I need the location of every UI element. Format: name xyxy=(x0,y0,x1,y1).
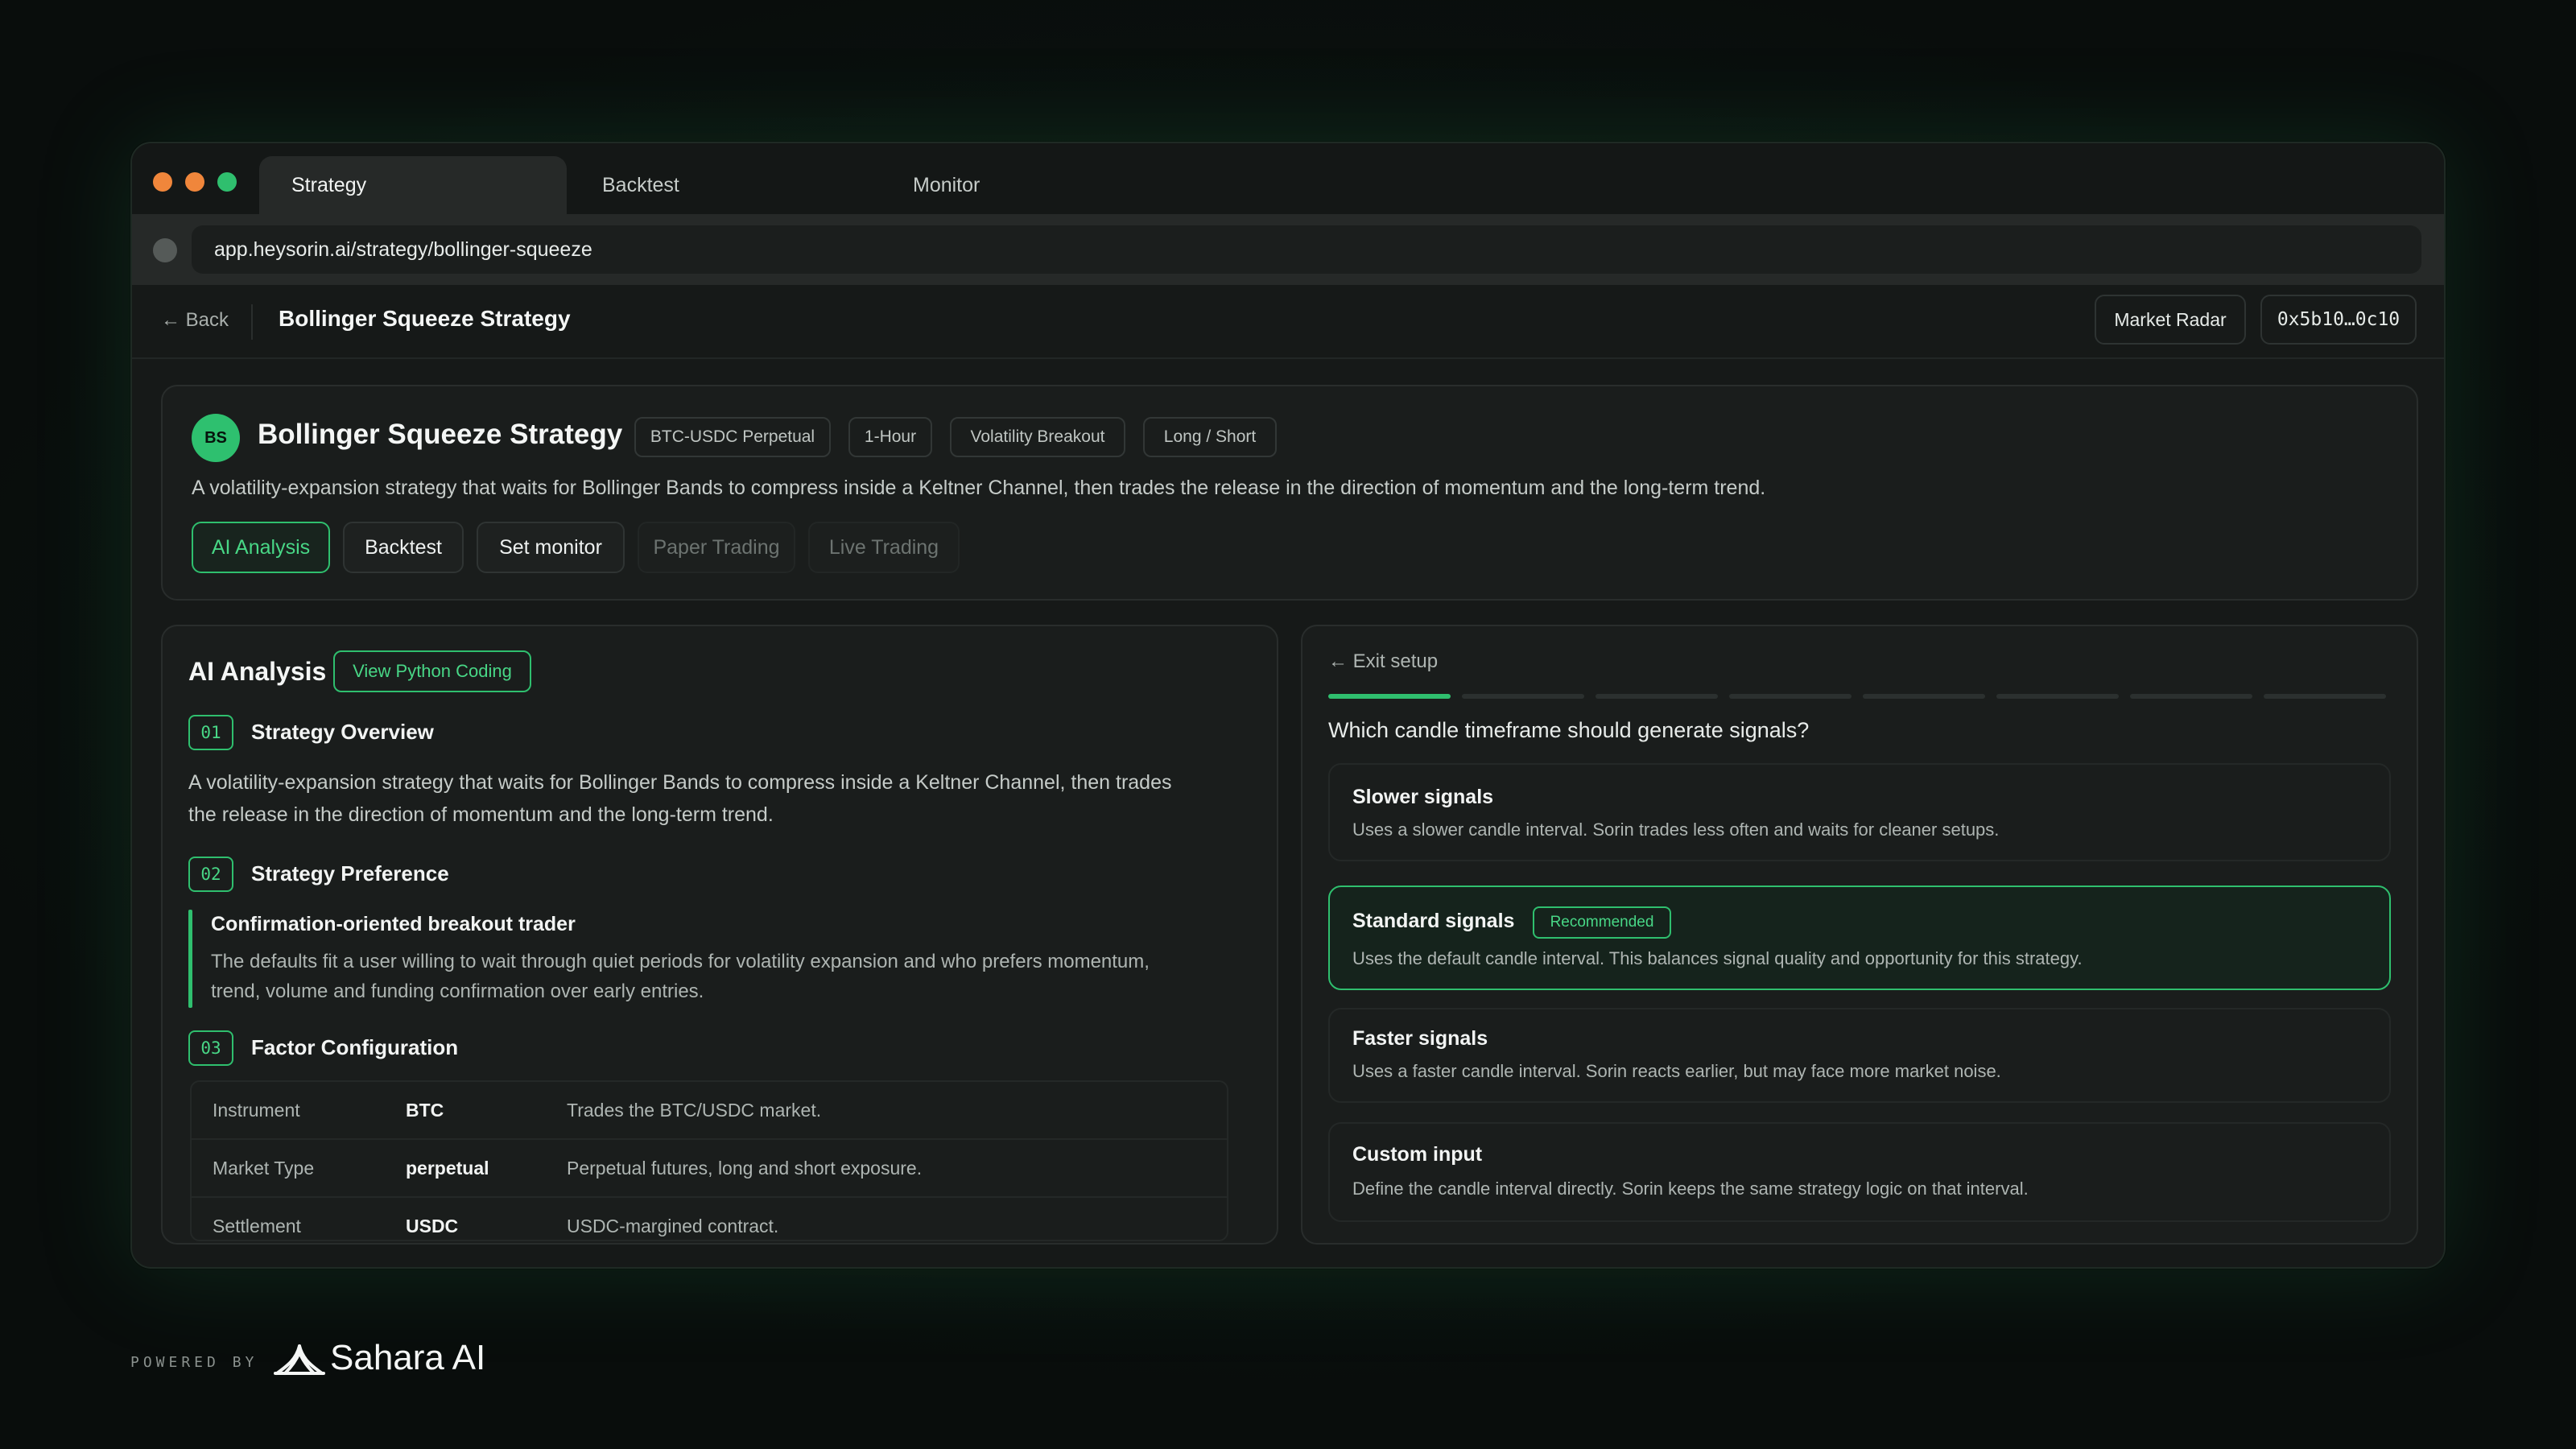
strategy-title: Bollinger Squeeze Strategy xyxy=(258,419,623,450)
section-title-factors: Factor Configuration xyxy=(251,1035,459,1059)
progress-segment xyxy=(2264,694,2386,699)
progress-segment xyxy=(1462,694,1584,699)
preference-title: Confirmation-oriented breakout trader xyxy=(211,913,576,935)
table-row: Settlement USDC USDC-margined contract. xyxy=(192,1198,1227,1240)
progress-segment xyxy=(1596,694,1718,699)
progress-segment xyxy=(1996,694,2119,699)
quote-bar xyxy=(188,910,192,1008)
sahara-logo-icon xyxy=(274,1344,325,1375)
setup-panel: ← Exit setup Which candle timeframe shou… xyxy=(1301,625,2418,1245)
progress-segment xyxy=(1328,694,1451,699)
table-row: Instrument BTC Trades the BTC/USDC marke… xyxy=(192,1082,1227,1140)
divider xyxy=(251,304,253,340)
factor-value: USDC xyxy=(406,1216,459,1236)
option-custom-input[interactable]: Custom input Define the candle interval … xyxy=(1328,1122,2391,1222)
browser-window: Strategy Backtest Monitor app.heysorin.a… xyxy=(130,142,2446,1269)
set-monitor-button[interactable]: Set monitor xyxy=(477,522,625,573)
chip-direction: Long / Short xyxy=(1143,417,1277,457)
strategy-summary-card: BS Bollinger Squeeze Strategy BTC-USDC P… xyxy=(161,385,2418,601)
view-python-coding-button[interactable]: View Python Coding xyxy=(333,650,531,692)
factor-description: Trades the BTC/USDC market. xyxy=(567,1100,822,1121)
factor-name: Market Type xyxy=(213,1158,315,1179)
market-radar-button[interactable]: Market Radar xyxy=(2095,295,2246,345)
option-title: Standard signals xyxy=(1352,910,1515,932)
option-title: Faster signals xyxy=(1352,1027,1488,1050)
option-description: Uses a faster candle interval. Sorin rea… xyxy=(1352,1061,2001,1081)
wallet-address-button[interactable]: 0x5b10…0c10 xyxy=(2260,295,2417,345)
factor-name: Settlement xyxy=(213,1216,301,1236)
chip-market: BTC-USDC Perpetual xyxy=(634,417,831,457)
brand-name: Sahara AI xyxy=(330,1338,486,1377)
progress-segment xyxy=(1863,694,1985,699)
recommended-badge: Recommended xyxy=(1533,906,1671,939)
powered-by-label: POWERED BY xyxy=(130,1354,258,1371)
option-title: Custom input xyxy=(1352,1143,1483,1166)
tab-monitor[interactable]: Monitor xyxy=(881,156,1179,214)
live-trading-button[interactable]: Live Trading xyxy=(808,522,960,573)
option-faster-signals[interactable]: Faster signals Uses a faster candle inte… xyxy=(1328,1008,2391,1103)
chip-category: Volatility Breakout xyxy=(950,417,1125,457)
factor-description: Perpetual futures, long and short exposu… xyxy=(567,1158,923,1179)
factor-value: BTC xyxy=(406,1100,444,1121)
page-title: Bollinger Squeeze Strategy xyxy=(279,306,571,331)
preference-line-2: trend, volume and funding confirmation o… xyxy=(211,980,704,1002)
ai-analysis-button[interactable]: AI Analysis xyxy=(192,522,330,573)
factor-name: Instrument xyxy=(213,1100,300,1121)
option-description: Uses the default candle interval. This b… xyxy=(1352,948,2083,968)
option-description: Define the candle interval directly. Sor… xyxy=(1352,1179,2029,1199)
address-bar: app.heysorin.ai/strategy/bollinger-squee… xyxy=(132,214,2444,285)
progress-segment xyxy=(1729,694,1852,699)
overview-line-1: A volatility-expansion strategy that wai… xyxy=(188,771,1172,794)
option-title: Slower signals xyxy=(1352,786,1494,808)
backtest-button[interactable]: Backtest xyxy=(343,522,464,573)
url-input[interactable]: app.heysorin.ai/strategy/bollinger-squee… xyxy=(192,225,2421,274)
strategy-avatar: BS xyxy=(192,414,240,462)
section-title-preference: Strategy Preference xyxy=(251,861,449,886)
minimize-window-icon[interactable] xyxy=(185,172,204,192)
site-info-icon[interactable] xyxy=(153,238,177,262)
paper-trading-button[interactable]: Paper Trading xyxy=(638,522,795,573)
tab-bar: Strategy Backtest Monitor xyxy=(132,143,2444,214)
table-row: Market Type perpetual Perpetual futures,… xyxy=(192,1140,1227,1198)
factor-table: Instrument BTC Trades the BTC/USDC marke… xyxy=(190,1080,1228,1241)
option-standard-signals[interactable]: Standard signals Recommended Uses the de… xyxy=(1328,886,2391,990)
ai-analysis-panel: AI Analysis View Python Coding 01 Strate… xyxy=(161,625,1278,1245)
tab-backtest[interactable]: Backtest xyxy=(570,156,868,214)
option-slower-signals[interactable]: Slower signals Uses a slower candle inte… xyxy=(1328,763,2391,861)
section-number: 02 xyxy=(188,857,233,892)
section-number: 01 xyxy=(188,715,233,750)
setup-question: Which candle timeframe should generate s… xyxy=(1328,718,1810,742)
maximize-window-icon[interactable] xyxy=(217,172,237,192)
preference-line-1: The defaults fit a user willing to wait … xyxy=(211,951,1150,972)
strategy-description: A volatility-expansion strategy that wai… xyxy=(192,477,1766,499)
back-button[interactable]: ← Back xyxy=(161,309,229,332)
section-title-overview: Strategy Overview xyxy=(251,720,434,744)
section-number: 03 xyxy=(188,1030,233,1066)
factor-value: perpetual xyxy=(406,1158,489,1179)
overview-line-2: the release in the direction of momentum… xyxy=(188,803,774,826)
option-description: Uses a slower candle interval. Sorin tra… xyxy=(1352,819,2000,840)
tab-strategy[interactable]: Strategy xyxy=(259,156,567,214)
exit-setup-button[interactable]: ← Exit setup xyxy=(1328,650,1438,673)
progress-segment xyxy=(2130,694,2252,699)
factor-description: USDC-margined contract. xyxy=(567,1216,779,1236)
ai-analysis-title: AI Analysis xyxy=(188,657,327,686)
chip-timeframe: 1-Hour xyxy=(848,417,932,457)
close-window-icon[interactable] xyxy=(153,172,172,192)
